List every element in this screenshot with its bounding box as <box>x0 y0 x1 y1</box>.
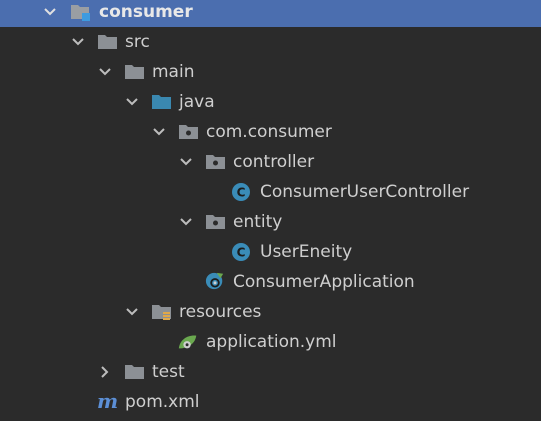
chevron-down-icon[interactable] <box>178 154 194 170</box>
tree-row-src[interactable]: src <box>0 27 541 57</box>
folder-icon <box>125 65 144 79</box>
chevron-down-icon[interactable] <box>151 124 167 140</box>
tree-row-main[interactable]: main <box>0 57 541 87</box>
tree-label-entity-class: UserEneity <box>260 242 353 262</box>
tree-row-consumer[interactable]: consumer <box>0 0 541 27</box>
tree-row-entity-class[interactable]: C UserEneity <box>0 237 541 267</box>
tree-label-pom: pom.xml <box>125 392 200 412</box>
module-folder-icon <box>71 5 90 21</box>
chevron-down-icon[interactable] <box>42 4 58 20</box>
spring-config-icon <box>178 335 197 349</box>
package-icon <box>206 155 225 169</box>
svg-text:C: C <box>237 246 246 260</box>
maven-icon: m <box>97 389 119 413</box>
folder-icon <box>98 35 117 49</box>
resources-folder-icon <box>152 305 171 320</box>
source-folder-icon <box>152 95 171 109</box>
tree-row-controller[interactable]: controller <box>0 147 541 177</box>
tree-row-app-class[interactable]: ConsumerApplication <box>0 267 541 297</box>
tree-row-resources[interactable]: resources <box>0 297 541 327</box>
tree-row-controller-class[interactable]: C ConsumerUserController <box>0 177 541 207</box>
tree-label-main: main <box>152 62 195 82</box>
chevron-right-icon[interactable] <box>97 364 113 380</box>
spring-boot-class-icon <box>205 272 224 290</box>
tree-row-entity[interactable]: entity <box>0 207 541 237</box>
chevron-down-icon[interactable] <box>124 94 140 110</box>
tree-label-app-yml: application.yml <box>206 332 337 352</box>
chevron-down-icon[interactable] <box>178 214 194 230</box>
tree-label-package: com.consumer <box>206 122 332 142</box>
svg-text:C: C <box>237 186 246 200</box>
tree-label-controller-class: ConsumerUserController <box>260 182 470 202</box>
tree-row-package[interactable]: com.consumer <box>0 117 541 147</box>
project-tree: consumer src main java com.consumer cont… <box>0 0 541 421</box>
tree-label-entity: entity <box>233 212 283 232</box>
class-icon: C <box>232 243 250 261</box>
tree-row-pom[interactable]: m pom.xml <box>0 387 541 417</box>
package-icon <box>179 125 198 139</box>
class-icon: C <box>232 183 250 201</box>
tree-label-app-class: ConsumerApplication <box>233 272 415 292</box>
chevron-down-icon[interactable] <box>70 34 86 50</box>
tree-label-consumer: consumer <box>99 2 193 22</box>
chevron-down-icon[interactable] <box>97 64 113 80</box>
package-icon <box>206 215 225 229</box>
folder-icon <box>125 365 144 379</box>
tree-row-app-yml[interactable]: application.yml <box>0 327 541 357</box>
tree-label-src: src <box>125 32 150 52</box>
tree-row-test[interactable]: test <box>0 357 541 387</box>
tree-row-java[interactable]: java <box>0 87 541 117</box>
tree-label-java: java <box>179 92 215 112</box>
tree-label-controller: controller <box>233 152 315 172</box>
chevron-down-icon[interactable] <box>124 304 140 320</box>
tree-label-test: test <box>152 362 185 382</box>
tree-label-resources: resources <box>179 302 262 322</box>
